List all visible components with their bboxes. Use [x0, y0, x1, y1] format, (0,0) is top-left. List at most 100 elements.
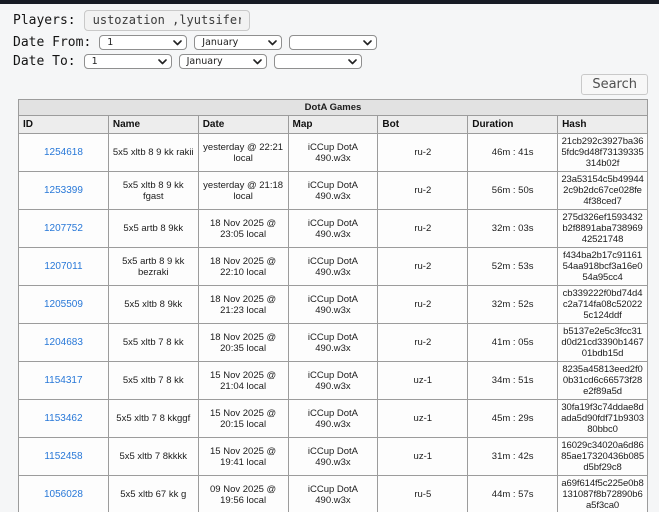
cell-duration: 44m : 57s — [467, 475, 559, 512]
cell-id: 1204683 — [18, 323, 109, 362]
table-row: 1153462 5x5 xltb 7 8 kkggf 15 Nov 2025 @ 2… — [18, 399, 648, 438]
cell-bot: uz-1 — [377, 361, 469, 400]
cell-bot: ru-2 — [377, 171, 469, 210]
cell-name: 5x5 xltb 7 8kkkk — [107, 437, 199, 476]
games-table: DotA Games ID Name Date Map Bot Duration Hash … — [18, 99, 648, 512]
cell-bot: ru-2 — [377, 323, 469, 362]
cell-name: 5x5 xltb 8 9 kk fgast — [107, 171, 199, 210]
cell-date: 18 Nov 2025 @ 20:35 local — [197, 323, 289, 362]
table-row: 1205509 5x5 xltb 8 9kk 18 Nov 2025 @ 21:23… — [18, 285, 648, 324]
cell-duration: 56m : 50s — [467, 171, 559, 210]
table-row: 1056028 5x5 xltb 67 kk g 09 Nov 2025 @ 19:… — [18, 475, 648, 512]
search-button[interactable]: Search — [581, 74, 648, 95]
cell-duration: 45m : 29s — [467, 399, 559, 438]
column-header-duration: Duration — [467, 115, 559, 134]
cell-hash: f434ba2b17c9116154aa918bcf3a16e054a95cc4 — [557, 247, 648, 286]
date-from-year-select[interactable] — [289, 35, 378, 50]
games-table-header-row: ID Name Date Map Bot Duration Hash — [18, 115, 648, 134]
players-input[interactable] — [83, 9, 250, 31]
cell-name: 5x5 artb 8 9kk — [107, 209, 199, 248]
cell-date: 15 Nov 2025 @ 19:41 local — [197, 437, 289, 476]
cell-name: 5x5 artb 8 9 kk bezraki — [107, 247, 199, 286]
cell-hash: 16029c34020a6d8685ae17320436b085d5bf29c8 — [557, 437, 648, 476]
game-id-link[interactable]: 1152458 — [44, 451, 82, 462]
chevron-down-icon — [347, 58, 357, 64]
cell-date: 09 Nov 2025 @ 19:56 local — [197, 475, 289, 512]
players-filter-row: Players: — [13, 8, 659, 32]
cell-map: iCCup DotA 490.w3x — [287, 133, 379, 172]
cell-name: 5x5 xltb 7 8 kkggf — [107, 399, 199, 438]
table-row: 1254618 5x5 xltb 8 9 kk rakii yesterday @ … — [18, 133, 648, 172]
cell-date: 18 Nov 2025 @ 21:23 local — [197, 285, 289, 324]
cell-hash: 23a53154c5b499442c9b2dc67ce028fe4f38ced7 — [557, 171, 648, 210]
table-row: 1253399 5x5 xltb 8 9 kk fgast yesterday @ … — [18, 171, 648, 210]
top-bar — [0, 0, 659, 4]
cell-date: 15 Nov 2025 @ 20:15 local — [197, 399, 289, 438]
game-id-link[interactable]: 1207752 — [44, 223, 83, 234]
chevron-down-icon — [363, 39, 373, 45]
date-to-day-select[interactable]: 1 — [83, 54, 172, 69]
date-from-label: Date From: — [13, 35, 92, 50]
cell-map: iCCup DotA 490.w3x — [287, 361, 379, 400]
date-from-day-select[interactable]: 1 — [99, 35, 188, 50]
cell-bot: ru-2 — [377, 209, 469, 248]
game-id-link[interactable]: 1205509 — [44, 299, 83, 310]
cell-date: yesterday @ 22:21 local — [197, 133, 289, 172]
cell-hash: a69f614f5c225e0b8131087f8b72890b6a5f3ca0 — [557, 475, 648, 512]
column-header-map: Map — [287, 115, 379, 134]
cell-name: 5x5 xltb 67 kk g — [107, 475, 199, 512]
date-to-day-value: 1 — [91, 56, 98, 67]
cell-duration: 46m : 41s — [467, 133, 559, 172]
column-header-id: ID — [18, 115, 109, 134]
cell-bot: uz-1 — [377, 399, 469, 438]
cell-map: iCCup DotA 490.w3x — [287, 247, 379, 286]
table-row: 1207011 5x5 artb 8 9 kk bezraki 18 Nov 202… — [18, 247, 648, 286]
game-id-link[interactable]: 1207011 — [44, 261, 82, 272]
cell-id: 1254618 — [18, 133, 109, 172]
filters-panel: Players: Date From: 1 January Date To: 1… — [0, 8, 659, 70]
date-to-label: Date To: — [13, 54, 76, 69]
column-header-bot: Bot — [377, 115, 469, 134]
chevron-down-icon — [252, 58, 262, 64]
cell-map: iCCup DotA 490.w3x — [287, 323, 379, 362]
game-id-link[interactable]: 1204683 — [44, 337, 83, 348]
cell-hash: b5137e2e5c3fcc31d0d21cd3390b146701bdb15d — [557, 323, 648, 362]
cell-id: 1152458 — [18, 437, 109, 476]
cell-bot: ru-2 — [377, 247, 469, 286]
game-id-link[interactable]: 1253399 — [44, 185, 83, 196]
table-row: 1152458 5x5 xltb 7 8kkkk 15 Nov 2025 @ 19:… — [18, 437, 648, 476]
cell-duration: 41m : 05s — [467, 323, 559, 362]
search-row: Search — [0, 74, 648, 95]
game-id-link[interactable]: 1254618 — [44, 147, 83, 158]
cell-duration: 52m : 53s — [467, 247, 559, 286]
cell-map: iCCup DotA 490.w3x — [287, 171, 379, 210]
cell-id: 1207011 — [18, 247, 109, 286]
cell-map: iCCup DotA 490.w3x — [287, 209, 379, 248]
cell-map: iCCup DotA 490.w3x — [287, 437, 379, 476]
cell-id: 1205509 — [18, 285, 109, 324]
date-to-month-select[interactable]: January — [178, 54, 267, 69]
column-header-date: Date — [197, 115, 289, 134]
cell-id: 1154317 — [18, 361, 109, 400]
game-id-link[interactable]: 1056028 — [44, 489, 83, 500]
chevron-down-icon — [268, 39, 278, 45]
cell-id: 1056028 — [18, 475, 109, 512]
cell-hash: 8235a45813eed2f00b31cd6c66573f28e2f89a5d — [557, 361, 648, 400]
cell-date: 15 Nov 2025 @ 21:04 local — [197, 361, 289, 400]
cell-bot: ru-5 — [377, 475, 469, 512]
column-header-hash: Hash — [557, 115, 648, 134]
game-id-link[interactable]: 1153462 — [44, 413, 82, 424]
game-id-link[interactable]: 1154317 — [44, 375, 82, 386]
cell-date: yesterday @ 21:18 local — [197, 171, 289, 210]
date-from-month-select[interactable]: January — [194, 35, 283, 50]
cell-name: 5x5 xltb 7 8 kk — [107, 323, 199, 362]
date-from-month-value: January — [202, 37, 239, 48]
cell-bot: ru-2 — [377, 285, 469, 324]
cell-name: 5x5 xltb 8 9 kk rakii — [107, 133, 199, 172]
date-to-year-select[interactable] — [273, 54, 362, 69]
games-table-body: 1254618 5x5 xltb 8 9 kk rakii yesterday @ … — [18, 133, 648, 512]
cell-hash: 21cb292c3927ba365fdc9d48f73139335314b02f — [557, 133, 648, 172]
cell-id: 1153462 — [18, 399, 109, 438]
games-table-caption-row: DotA Games — [18, 99, 648, 116]
date-from-day-value: 1 — [107, 37, 114, 48]
